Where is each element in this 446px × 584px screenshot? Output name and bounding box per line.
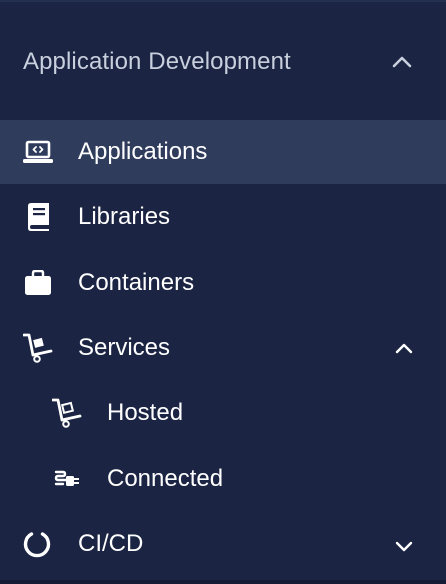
laptop-code-icon [23,137,53,167]
nav-label-connected: Connected [107,465,224,492]
nav-item-containers[interactable]: Containers [0,251,446,315]
section-title: Application Development [23,48,291,75]
nav-item-services[interactable]: Services [0,316,446,380]
nav-label-cicd: CI/CD [78,530,144,557]
hand-cart-icon [23,333,53,363]
nav-item-libraries[interactable]: Libraries [0,185,446,249]
section-header-application-development[interactable]: Application Development [0,28,446,96]
book-icon [23,202,53,232]
ring-icon [22,529,52,559]
nav-label-libraries: Libraries [78,203,171,230]
chevron-up-icon[interactable] [394,338,414,358]
nav-item-hosted[interactable]: Hosted [0,381,446,445]
bottom-edge [0,580,446,584]
nav-label-applications: Applications [78,138,208,165]
briefcase-icon [23,268,53,298]
nav-item-cicd[interactable]: CI/CD [0,512,446,576]
nav-label-hosted: Hosted [107,399,184,426]
nav-item-applications[interactable]: Applications [0,120,446,184]
chevron-up-icon[interactable] [392,52,412,72]
chevron-down-icon[interactable] [394,536,414,556]
plug-icon [52,464,82,494]
nav-item-connected[interactable]: Connected [0,447,446,511]
nav-label-containers: Containers [78,269,195,296]
hand-cart-icon [52,398,82,428]
nav-label-services: Services [78,334,171,361]
top-divider [0,0,446,2]
app-dev-sidebar: Application Development Applications Lib… [0,0,446,584]
